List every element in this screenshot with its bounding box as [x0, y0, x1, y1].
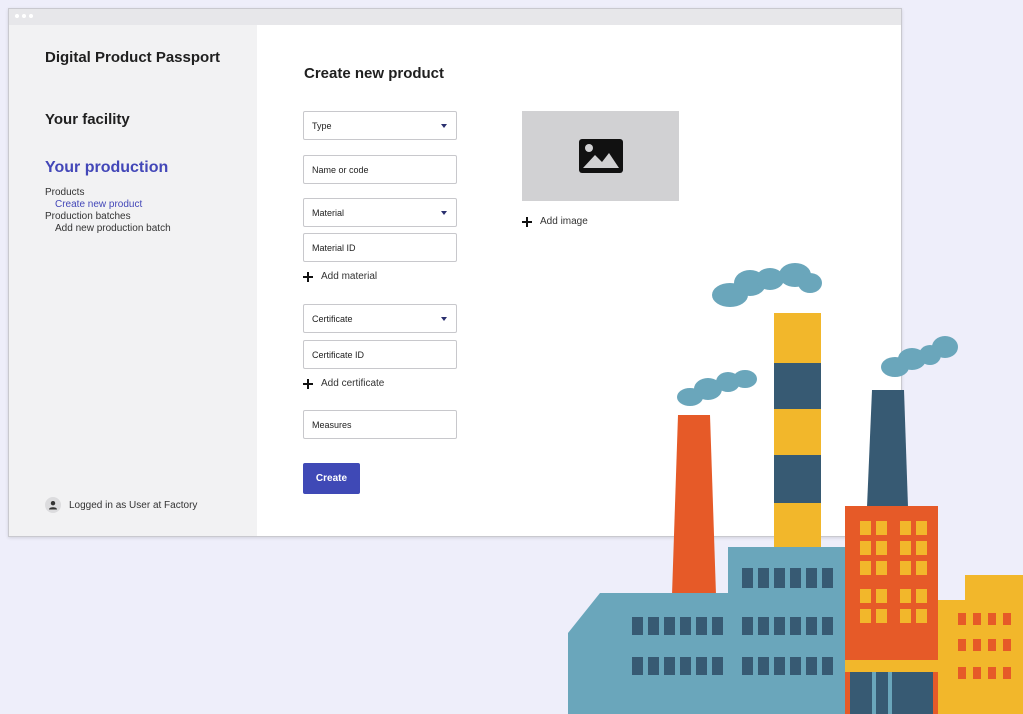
material-select-label: Material [312, 207, 345, 218]
window-dot [29, 14, 33, 18]
image-icon [578, 139, 623, 173]
add-certificate-button[interactable]: Add certificate [303, 378, 384, 389]
logged-in-user: Logged in as User at Factory [45, 497, 197, 513]
type-select-label: Type [312, 120, 332, 131]
plus-icon [522, 216, 532, 227]
name-or-code-input[interactable]: Name or code [303, 155, 457, 184]
add-certificate-label: Add certificate [321, 378, 385, 389]
window-dot [15, 14, 19, 18]
user-label: Logged in as User at Factory [69, 499, 198, 511]
nav-your-production[interactable]: Your production [45, 159, 168, 177]
material-id-placeholder: Material ID [312, 242, 356, 253]
image-placeholder[interactable] [522, 111, 679, 201]
chimney-navy [867, 390, 908, 507]
window-dot [22, 14, 26, 18]
subnav-production-batches[interactable]: Production batches [45, 211, 171, 223]
measures-input[interactable]: Measures [303, 410, 457, 439]
production-subnav: Products Create new product Production b… [45, 187, 171, 235]
chimney-striped [774, 313, 821, 548]
plus-icon [303, 378, 313, 389]
chevron-down-icon [441, 211, 447, 215]
create-button[interactable]: Create [303, 463, 360, 494]
plus-icon [303, 271, 313, 282]
chevron-down-icon [441, 317, 447, 321]
window-titlebar [9, 9, 901, 26]
user-icon [45, 497, 61, 513]
certificate-select[interactable]: Certificate [303, 304, 457, 333]
add-image-label: Add image [540, 216, 588, 227]
add-material-label: Add material [321, 271, 378, 282]
subnav-products[interactable]: Products [45, 187, 171, 199]
certificate-id-input[interactable]: Certificate ID [303, 340, 457, 369]
sidebar: Digital Product Passport Your facility Y… [9, 25, 257, 536]
factory-illustration [568, 263, 1023, 714]
chevron-down-icon [441, 124, 447, 128]
nav-your-facility[interactable]: Your facility [45, 111, 130, 128]
chimney-orange [672, 415, 716, 595]
material-select[interactable]: Material [303, 198, 457, 227]
add-image-button[interactable]: Add image [522, 216, 588, 227]
material-id-input[interactable]: Material ID [303, 233, 457, 262]
page-title: Create new product [304, 65, 445, 82]
add-material-button[interactable]: Add material [303, 271, 377, 282]
brand-title: Digital Product Passport [45, 49, 221, 66]
subnav-create-new-product[interactable]: Create new product [45, 199, 171, 211]
name-or-code-placeholder: Name or code [312, 164, 369, 175]
subnav-add-production-batch[interactable]: Add new production batch [45, 223, 171, 235]
type-select[interactable]: Type [303, 111, 457, 140]
certificate-select-label: Certificate [312, 313, 353, 324]
certificate-id-placeholder: Certificate ID [312, 349, 365, 360]
measures-placeholder: Measures [312, 419, 352, 430]
